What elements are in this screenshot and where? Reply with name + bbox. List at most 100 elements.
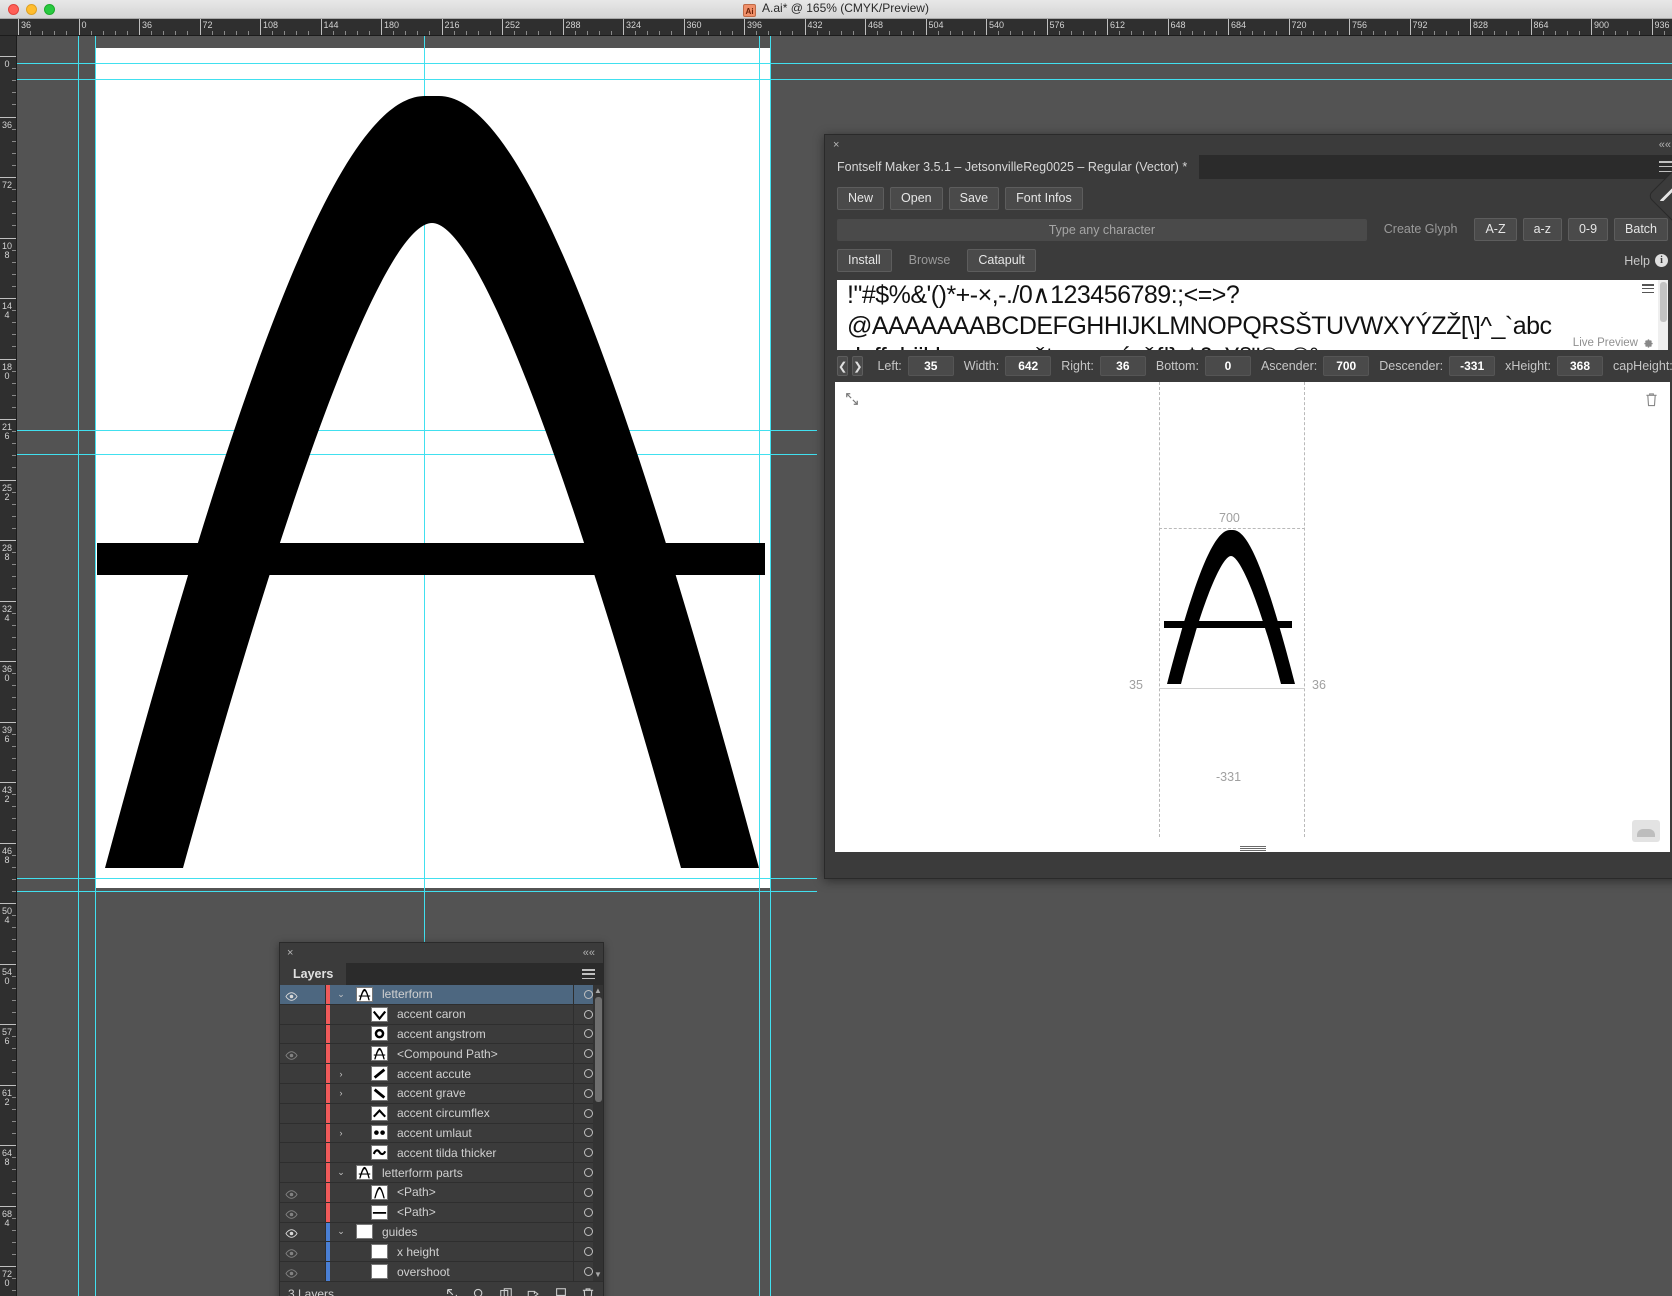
locate-object-icon[interactable] <box>445 1287 459 1296</box>
duplicate-layer-icon[interactable] <box>499 1287 513 1296</box>
layer-lock-toggle[interactable] <box>303 1262 326 1281</box>
layers-scrollbar[interactable]: ▲ ▼ <box>593 985 603 1281</box>
save-button[interactable]: Save <box>948 187 1000 210</box>
close-icon[interactable]: × <box>833 139 839 151</box>
info-icon[interactable]: i <box>1655 254 1668 267</box>
metric-descender-value[interactable]: -331 <box>1449 356 1496 376</box>
layers-list[interactable]: ⌄ letterform accent caron accent angstrom <C… <box>280 985 603 1282</box>
metric-left-value[interactable]: 35 <box>907 356 954 376</box>
layer-name[interactable]: accent angstrom <box>392 1027 573 1041</box>
layer-name[interactable]: accent circumflex <box>392 1106 573 1120</box>
layer-name[interactable]: <Path> <box>392 1185 573 1199</box>
layer-name[interactable]: <Path> <box>392 1205 573 1219</box>
font-infos-button[interactable]: Font Infos <box>1005 187 1083 210</box>
close-icon[interactable]: × <box>287 947 293 959</box>
chevron-down-icon[interactable]: ⌄ <box>330 989 352 1000</box>
metric-width-value[interactable]: 642 <box>1005 356 1052 376</box>
layers-panel[interactable]: × «« Layers ⌄ letterform accent caron accen… <box>279 942 604 1296</box>
layer-row[interactable]: ⌄ guides <box>280 1222 603 1243</box>
collapse-panel-icon[interactable]: «« <box>1659 139 1671 151</box>
layer-row[interactable]: x height <box>280 1242 603 1263</box>
glyph-preview-a[interactable] <box>1161 528 1303 688</box>
layer-row[interactable]: overshoot <box>280 1262 603 1281</box>
close-window-button[interactable] <box>8 4 19 15</box>
layer-row[interactable]: accent caron <box>280 1004 603 1025</box>
collapse-panel-icon[interactable]: «« <box>583 947 595 959</box>
horizontal-ruler[interactable]: 36 0 36 72 108 144 180 216 252 288 324 360 396 432 468… <box>0 19 1672 36</box>
layer-name[interactable]: <Compound Path> <box>392 1047 573 1061</box>
layer-row[interactable]: accent angstrom <box>280 1024 603 1045</box>
metric-bottom-value[interactable]: 0 <box>1204 356 1251 376</box>
eye-icon[interactable] <box>285 1208 298 1219</box>
layer-row[interactable]: › accent grave <box>280 1083 603 1104</box>
layer-lock-toggle[interactable] <box>303 1202 326 1222</box>
scroll-down-arrow[interactable]: ▼ <box>594 1270 602 1280</box>
layer-name[interactable]: x height <box>392 1245 573 1259</box>
layer-row[interactable]: accent circumflex <box>280 1103 603 1124</box>
fontself-maker-panel[interactable]: × «« Fontself Maker 3.5.1 – JetsonvilleR… <box>824 134 1672 879</box>
range-az-upper-button[interactable]: A-Z <box>1474 218 1517 241</box>
layer-row[interactable]: accent tilda thicker <box>280 1143 603 1164</box>
delete-layer-icon[interactable] <box>581 1287 595 1296</box>
layer-visibility-toggle[interactable] <box>280 1049 303 1061</box>
chevron-down-icon[interactable]: ⌄ <box>330 1226 352 1237</box>
layer-visibility-toggle[interactable] <box>280 1208 303 1219</box>
layer-name[interactable]: accent grave <box>392 1086 573 1100</box>
catapult-button[interactable]: Catapult <box>967 249 1036 272</box>
character-input[interactable] <box>837 218 1367 241</box>
layer-name[interactable]: letterform <box>377 987 573 1001</box>
layer-lock-toggle[interactable] <box>303 985 326 1004</box>
layer-visibility-toggle[interactable] <box>280 990 303 1001</box>
layer-lock-toggle[interactable] <box>303 1024 326 1044</box>
layer-lock-toggle[interactable] <box>303 1222 326 1242</box>
layer-row[interactable]: <Compound Path> <box>280 1044 603 1065</box>
release-to-layers-icon[interactable] <box>526 1287 541 1296</box>
metric-right-value[interactable]: 36 <box>1099 356 1146 376</box>
chevron-down-icon[interactable]: ⌄ <box>330 1167 352 1178</box>
gear-icon[interactable] <box>1643 338 1654 349</box>
maximize-window-button[interactable] <box>44 4 55 15</box>
layer-lock-toggle[interactable] <box>303 1163 326 1182</box>
layer-lock-toggle[interactable] <box>303 1242 326 1262</box>
workspace-thumbnail-button[interactable] <box>1632 820 1660 842</box>
layer-row[interactable]: › accent umlaut <box>280 1123 603 1144</box>
minimize-window-button[interactable] <box>26 4 37 15</box>
layer-lock-toggle[interactable] <box>303 1123 326 1143</box>
layer-lock-toggle[interactable] <box>303 1143 326 1163</box>
chevron-right-icon[interactable]: › <box>330 1128 352 1138</box>
open-button[interactable]: Open <box>890 187 943 210</box>
preview-menu-icon[interactable] <box>1642 284 1654 293</box>
metric-ascender-value[interactable]: 700 <box>1323 356 1370 376</box>
layer-visibility-toggle[interactable] <box>280 1247 303 1259</box>
layer-row[interactable]: ⌄ letterform parts <box>280 1163 603 1183</box>
new-layer-icon[interactable] <box>554 1287 568 1296</box>
delete-glyph-icon[interactable] <box>1645 392 1658 407</box>
layer-row[interactable]: › accent accute <box>280 1064 603 1084</box>
new-button[interactable]: New <box>837 187 885 210</box>
vertical-ruler[interactable]: 0 36 72 108 144 180 216 252 288 324 360 396 432 468 50… <box>0 36 17 1296</box>
metric-xheight-value[interactable]: 368 <box>1557 356 1604 376</box>
eye-icon[interactable] <box>285 1267 298 1278</box>
layer-lock-toggle[interactable] <box>303 1044 326 1064</box>
help-link[interactable]: Help i <box>1624 254 1668 268</box>
browse-button[interactable]: Browse <box>898 249 962 272</box>
tab-layers[interactable]: Layers <box>280 963 347 985</box>
live-preview-toggle[interactable]: Live Preview <box>1573 337 1654 349</box>
layer-row[interactable]: <Path> <box>280 1182 603 1203</box>
window-controls[interactable] <box>8 4 55 15</box>
layers-menu-icon[interactable] <box>582 969 595 979</box>
panel-resize-grip[interactable] <box>1239 846 1266 851</box>
create-glyph-button[interactable]: Create Glyph <box>1373 218 1469 241</box>
eye-icon[interactable] <box>285 1049 298 1061</box>
letterform-artwork[interactable] <box>95 48 770 888</box>
next-glyph-button[interactable]: ❯ <box>852 356 864 376</box>
eye-icon[interactable] <box>285 1188 298 1199</box>
layer-name[interactable]: accent umlaut <box>392 1126 573 1140</box>
layer-row[interactable]: ⌄ letterform <box>280 985 603 1005</box>
scroll-up-arrow[interactable]: ▲ <box>594 986 602 996</box>
expand-icon[interactable] <box>845 392 859 406</box>
tab-fontself-maker[interactable]: Fontself Maker 3.5.1 – JetsonvilleReg002… <box>825 155 1200 179</box>
layer-name[interactable]: overshoot <box>392 1265 573 1279</box>
scrollbar-thumb[interactable] <box>595 997 602 1102</box>
eye-icon[interactable] <box>285 1227 298 1239</box>
